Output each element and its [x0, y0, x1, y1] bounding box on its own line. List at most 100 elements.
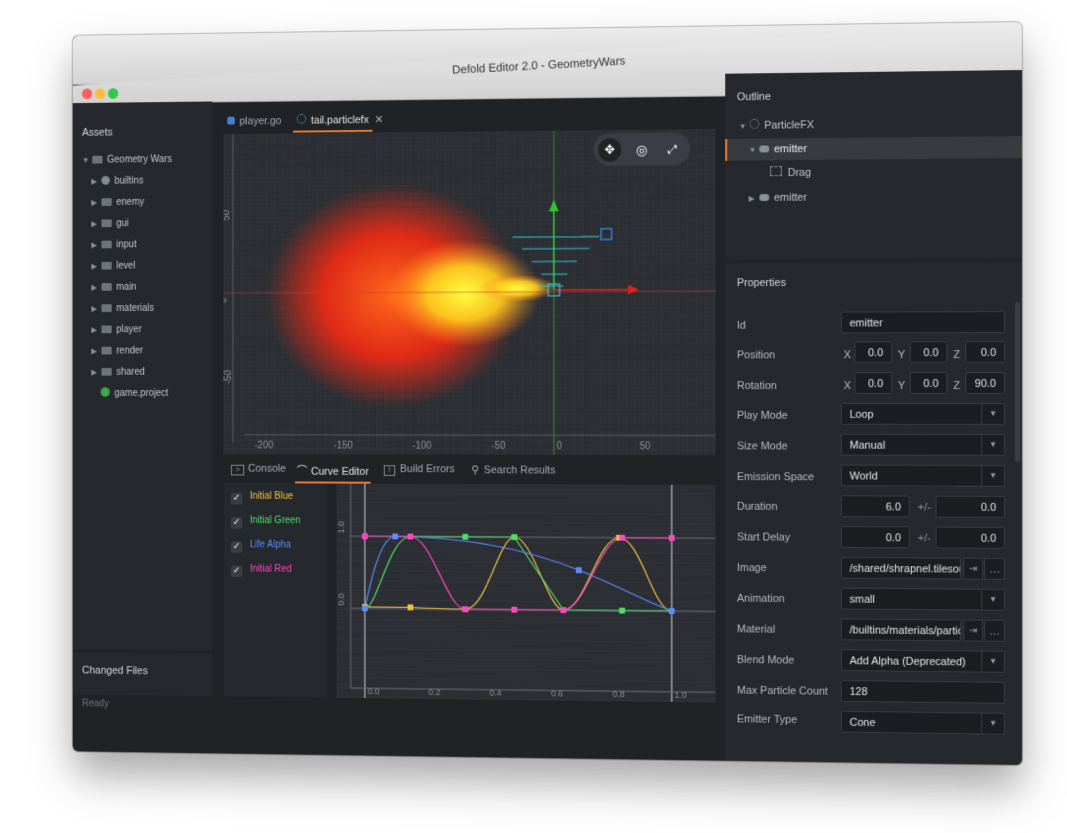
position-x-field[interactable]: 0.0	[854, 341, 892, 364]
tab-curve-editor[interactable]: ⌒ Curve Editor	[297, 463, 369, 479]
play-mode-select[interactable]: Loop ▼	[840, 402, 1006, 425]
close-tab-icon[interactable]: ✕	[374, 114, 383, 126]
chevron-down-icon[interactable]: ▼	[749, 141, 757, 161]
chevron-right-icon[interactable]: ▶	[91, 193, 98, 212]
rotate-tool-icon[interactable]: ◎	[630, 138, 653, 162]
y-tick-label: -50	[223, 370, 234, 385]
id-field[interactable]: emitter	[840, 311, 1006, 334]
position-z-field[interactable]: 0.0	[965, 341, 1006, 364]
tab-console[interactable]: > Console	[231, 463, 286, 476]
curve-icon: ⌒	[296, 465, 308, 478]
outline-item-drag[interactable]: Drag	[770, 163, 811, 183]
start-delay-field[interactable]: 0.0	[840, 526, 910, 549]
open-resource-icon[interactable]: ⇥	[963, 619, 984, 642]
x-tick-label: 50	[639, 441, 651, 453]
scale-tool-icon[interactable]: ⤢	[661, 137, 684, 161]
curve-item-life-alpha[interactable]: ✓ Life Alpha	[231, 537, 291, 554]
animation-select[interactable]: small ▼	[840, 587, 1006, 611]
folder-icon	[101, 325, 112, 334]
chevron-down-icon[interactable]: ▼	[981, 589, 1005, 610]
position-label: Position	[736, 349, 776, 362]
tree-item-game-project[interactable]: game.project	[91, 384, 168, 403]
duration-field[interactable]: 6.0	[840, 495, 910, 518]
rotation-x-field[interactable]: 0.0	[854, 372, 892, 394]
y-tick-label: 0	[223, 297, 230, 304]
start-delay-spread-field[interactable]: 0.0	[935, 526, 1006, 549]
curve-control-point	[560, 607, 567, 614]
chevron-right-icon[interactable]: ▶	[91, 278, 98, 297]
chevron-right-icon[interactable]: ▶	[749, 189, 757, 209]
tree-item-builtins[interactable]: ▶ builtins	[91, 172, 143, 192]
outline-item-particlefx[interactable]: ▼ ParticleFX	[739, 115, 814, 136]
folder-icon	[101, 283, 112, 291]
material-label: Material	[736, 623, 776, 636]
folder-icon	[101, 367, 112, 376]
checkbox-checked-icon[interactable]: ✓	[231, 541, 243, 554]
tree-item-render[interactable]: ▶ render	[91, 342, 143, 361]
outline-item-emitter-selected[interactable]: ▼ emitter	[725, 135, 1022, 161]
blend-mode-select[interactable]: Add Alpha (Deprecated) ▼	[840, 649, 1006, 673]
chevron-down-icon[interactable]: ▼	[739, 117, 747, 137]
emission-space-select[interactable]: World ▼	[840, 464, 1006, 487]
tree-item-materials[interactable]: ▶ materials	[91, 299, 154, 319]
position-y-field[interactable]: 0.0	[909, 341, 948, 364]
blend-mode-label: Blend Mode	[736, 654, 795, 667]
checkbox-checked-icon[interactable]: ✓	[231, 517, 243, 529]
tree-item-gui[interactable]: ▶ gui	[91, 214, 128, 234]
chevron-right-icon[interactable]: ▶	[91, 172, 98, 191]
move-tool-icon[interactable]: ✥	[598, 138, 622, 162]
tab-player-go[interactable]: player.go	[227, 115, 281, 127]
curve-item-initial-blue[interactable]: ✓ Initial Blue	[231, 489, 293, 505]
material-field[interactable]: /builtins/materials/particlefx.material	[840, 618, 962, 642]
chevron-down-icon[interactable]: ▼	[981, 403, 1005, 424]
chevron-right-icon[interactable]: ▶	[91, 236, 98, 255]
image-field[interactable]: /shared/shrapnel.tilesource	[840, 556, 962, 580]
tab-label: Build Errors	[399, 463, 455, 476]
tree-item-enemy[interactable]: ▶ enemy	[91, 193, 144, 213]
chevron-down-icon[interactable]: ▼	[981, 713, 1005, 734]
tree-item-label: level	[116, 260, 136, 272]
checkbox-checked-icon[interactable]: ✓	[231, 492, 243, 505]
chevron-down-icon[interactable]: ▼	[981, 651, 1005, 672]
open-resource-icon[interactable]: ⇥	[963, 557, 984, 580]
curve-item-initial-green[interactable]: ✓ Initial Green	[231, 513, 301, 529]
outline-item-emitter[interactable]: ▶ emitter	[749, 188, 807, 208]
emitter-type-select[interactable]: Cone ▼	[840, 710, 1006, 735]
size-mode-select[interactable]: Manual ▼	[840, 433, 1006, 456]
curve-list-panel: ✓ Initial Blue ✓ Initial Green ✓ Life Alpha ✓ I…	[223, 483, 328, 698]
duration-spread-field[interactable]: 0.0	[935, 495, 1006, 518]
tree-item-main[interactable]: ▶ main	[91, 278, 136, 297]
rotation-y-field[interactable]: 0.0	[909, 372, 948, 394]
tab-build-errors[interactable]: ! Build Errors	[383, 463, 455, 476]
rotation-z-field[interactable]: 90.0	[965, 372, 1006, 394]
chevron-right-icon[interactable]: ▶	[91, 342, 98, 361]
chevron-right-icon[interactable]: ▶	[91, 321, 98, 340]
chevron-right-icon[interactable]: ▶	[91, 257, 98, 276]
curve-graph[interactable]: 0.0 0.2 0.4 0.6 0.8 1.0 1.0 0.0	[336, 483, 716, 703]
tree-item-level[interactable]: ▶ level	[91, 257, 135, 277]
tab-label: Curve Editor	[310, 465, 369, 478]
chevron-down-icon[interactable]: ▼	[981, 434, 1005, 455]
scene-viewport[interactable]: ✥ ◎ ⤢ -200 -150 -100 -50 0 50 50 0 -50	[223, 129, 716, 456]
tab-search-results[interactable]: ⚲ Search Results	[471, 463, 555, 476]
chevron-right-icon[interactable]: ▶	[91, 299, 98, 318]
chevron-down-icon[interactable]: ▼	[82, 151, 89, 170]
chevron-right-icon[interactable]: ▶	[91, 215, 98, 234]
curve-item-initial-red[interactable]: ✓ Initial Red	[231, 562, 292, 578]
curve-control-point	[619, 534, 626, 541]
checkbox-checked-icon[interactable]: ✓	[231, 565, 243, 578]
tree-root-geometry-wars[interactable]: ▼ Geometry Wars	[82, 150, 172, 170]
tree-item-input[interactable]: ▶ input	[91, 236, 136, 256]
chevron-down-icon[interactable]: ▼	[981, 465, 1005, 486]
particlefx-icon	[296, 113, 307, 124]
properties-scrollbar[interactable]	[1015, 302, 1021, 462]
tree-item-player[interactable]: ▶ player	[91, 321, 141, 340]
tab-tail-particlefx[interactable]: tail.particlefx ✕	[296, 113, 383, 127]
max-particle-count-field[interactable]: 128	[840, 679, 1006, 704]
browse-resource-button[interactable]: …	[984, 557, 1006, 580]
tree-item-shared[interactable]: ▶ shared	[91, 363, 144, 382]
chevron-right-icon[interactable]: ▶	[91, 363, 98, 382]
tree-item-label: input	[116, 239, 137, 251]
tree-item-label: gui	[116, 218, 129, 229]
browse-resource-button[interactable]: …	[984, 619, 1006, 642]
